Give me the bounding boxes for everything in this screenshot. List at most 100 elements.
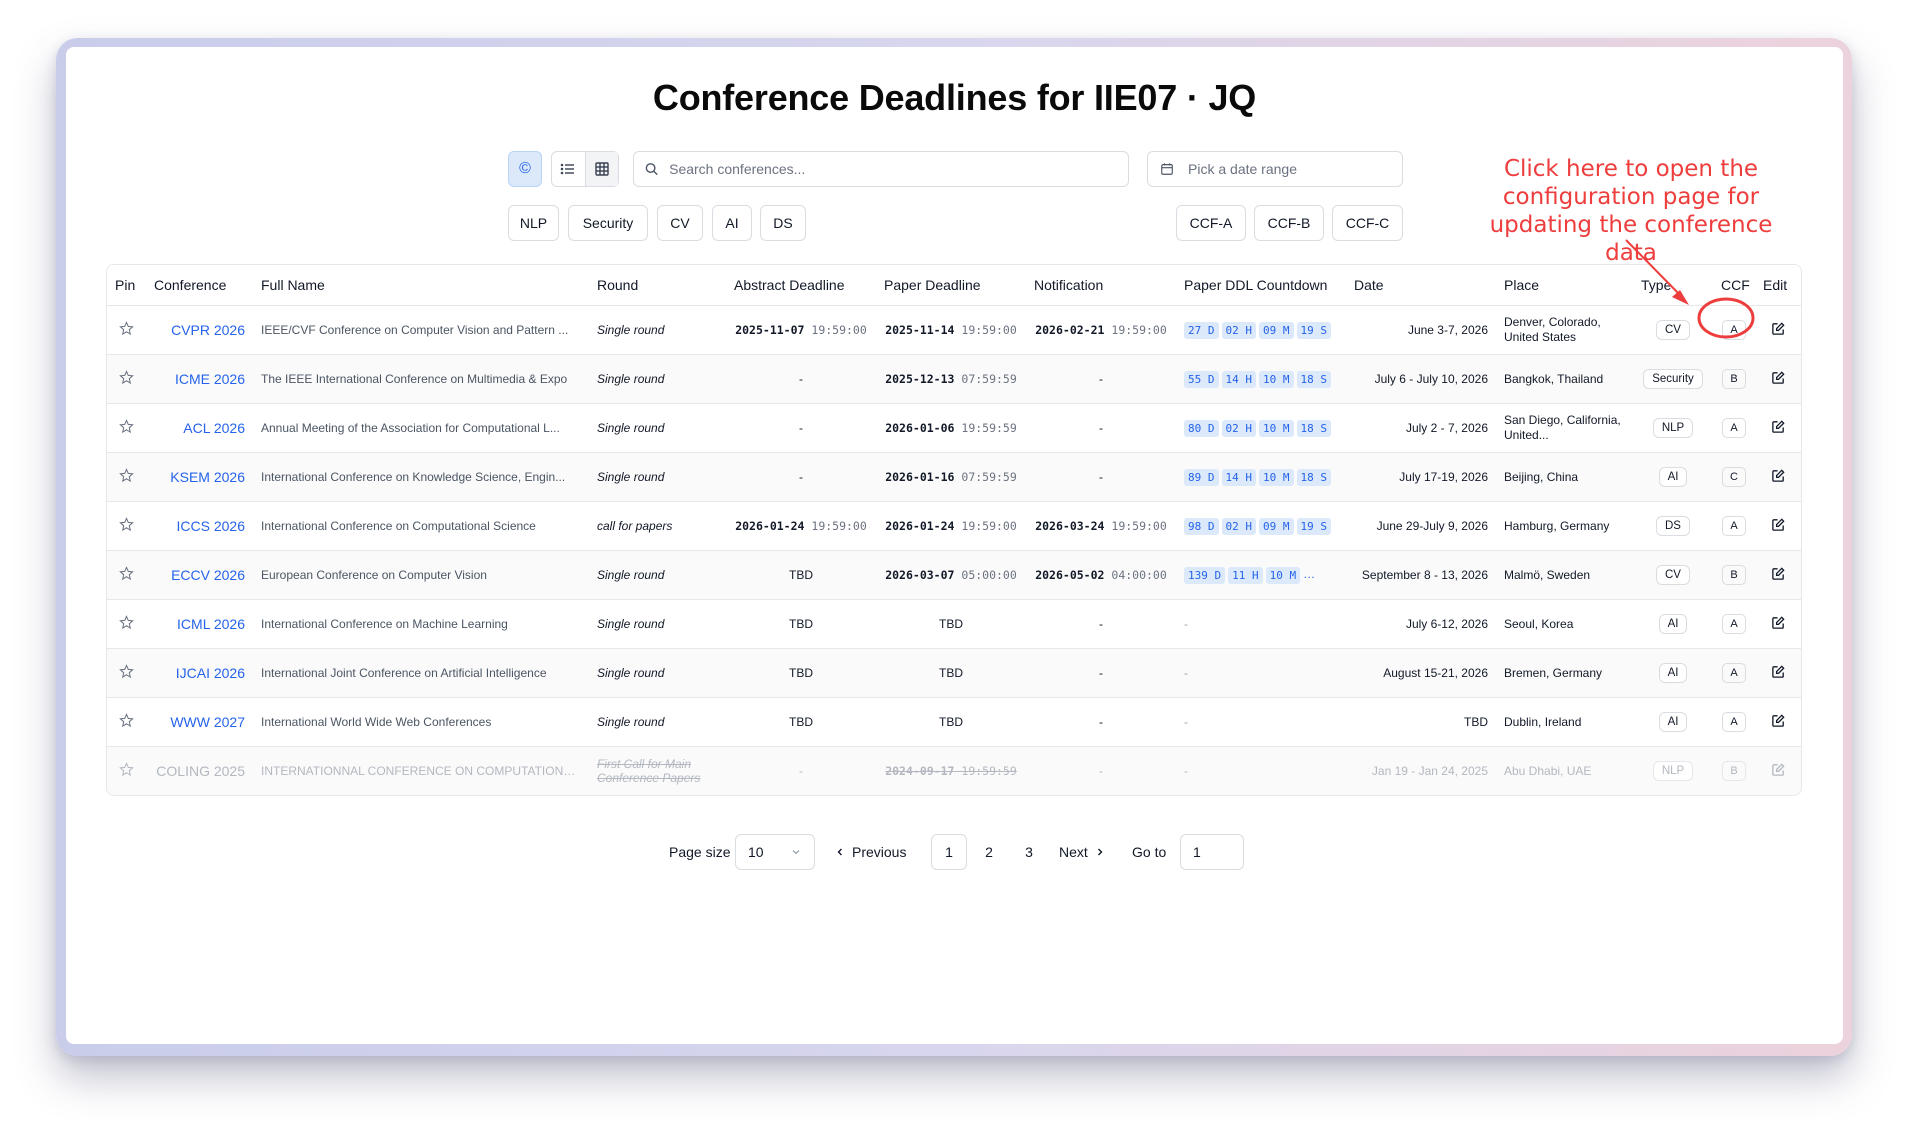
edit-icon[interactable] — [1771, 763, 1786, 780]
star-icon[interactable] — [119, 418, 134, 438]
filter-chip-ai[interactable]: AI — [712, 205, 752, 241]
page-button-2[interactable]: 2 — [979, 834, 999, 870]
conference-link[interactable]: COLING 2025 — [146, 747, 253, 796]
star-icon[interactable] — [119, 614, 134, 634]
ccf-cell: A — [1713, 648, 1755, 698]
col-header-edit[interactable]: Edit — [1755, 265, 1801, 306]
goto-input[interactable]: 1 — [1180, 834, 1244, 870]
edit-icon[interactable] — [1771, 714, 1786, 731]
notification-date: - — [1099, 421, 1103, 435]
filter-chip-ccf-c[interactable]: CCF-C — [1332, 205, 1403, 241]
paper-deadline-date: TBD — [939, 715, 963, 729]
filter-chip-ds[interactable]: DS — [760, 205, 806, 241]
star-icon[interactable] — [119, 565, 134, 585]
previous-button[interactable]: Previous — [834, 834, 906, 870]
filter-chip-nlp[interactable]: NLP — [508, 205, 559, 241]
filter-chip-security[interactable]: Security — [568, 205, 648, 241]
date-cell: June 29-July 9, 2026 — [1346, 501, 1496, 551]
edit-icon[interactable] — [1771, 420, 1786, 437]
star-icon[interactable] — [119, 369, 134, 389]
col-header-date[interactable]: Date — [1346, 265, 1496, 306]
notification-cell: - — [1026, 452, 1176, 502]
conference-link[interactable]: ACL 2026 — [146, 403, 253, 453]
col-header-round[interactable]: Round — [589, 265, 726, 306]
place-cell: Dublin, Ireland — [1496, 697, 1633, 747]
col-header-conference[interactable]: Conference — [146, 265, 253, 306]
countdown-chip: 10 M — [1259, 370, 1294, 388]
pin-cell — [107, 305, 146, 355]
edit-icon[interactable] — [1771, 567, 1786, 584]
edit-icon[interactable] — [1771, 371, 1786, 388]
notification-date: - — [1099, 470, 1103, 484]
countdown-chip: 09 M — [1259, 517, 1294, 535]
pin-cell — [107, 501, 146, 551]
edit-icon[interactable] — [1771, 322, 1786, 339]
list-icon — [560, 163, 575, 175]
next-button[interactable]: Next — [1059, 834, 1106, 870]
notification-cell: - — [1026, 747, 1176, 796]
edit-cell — [1755, 452, 1801, 502]
col-header-ccf[interactable]: CCF — [1713, 265, 1755, 306]
star-icon[interactable] — [119, 712, 134, 732]
notification-time: 19:59:00 — [1111, 323, 1167, 337]
page-button-3[interactable]: 3 — [1019, 834, 1039, 870]
abstract-deadline-date: TBD — [789, 666, 813, 680]
filter-chip-ccf-b[interactable]: CCF-B — [1254, 205, 1324, 241]
list-view-button[interactable] — [552, 152, 585, 186]
star-icon[interactable] — [119, 761, 134, 781]
type-badge: CV — [1656, 565, 1690, 585]
conference-link[interactable]: KSEM 2026 — [146, 452, 253, 502]
search-box[interactable] — [633, 151, 1129, 187]
date-range-input[interactable] — [1186, 160, 1402, 178]
star-icon[interactable] — [119, 663, 134, 683]
conference-link[interactable]: ICML 2026 — [146, 599, 253, 649]
filter-chip-ccf-a[interactable]: CCF-A — [1176, 205, 1246, 241]
edit-cell — [1755, 550, 1801, 600]
col-header-paper-deadline[interactable]: Paper Deadline — [876, 265, 1026, 306]
edit-icon[interactable] — [1771, 616, 1786, 633]
round-label: Single round — [597, 568, 665, 582]
ccf-cell: A — [1713, 501, 1755, 551]
edit-icon[interactable] — [1771, 665, 1786, 682]
notification-cell: 2026-03-24 19:59:00 — [1026, 501, 1176, 551]
star-icon[interactable] — [119, 467, 134, 487]
date-cell: August 15-21, 2026 — [1346, 648, 1496, 698]
paper-deadline-cell: TBD — [876, 599, 1026, 649]
page-size-select[interactable]: 10 — [735, 834, 815, 870]
conference-link[interactable]: ICME 2026 — [146, 354, 253, 404]
ccf-cell: B — [1713, 550, 1755, 600]
search-input[interactable] — [667, 160, 1128, 178]
edit-icon[interactable] — [1771, 518, 1786, 535]
col-header-place[interactable]: Place — [1496, 265, 1633, 306]
round-cell: Single round — [589, 697, 726, 747]
conference-link[interactable]: WWW 2027 — [146, 697, 253, 747]
page-button-1[interactable]: 1 — [931, 834, 967, 870]
round-cell: Single round — [589, 354, 726, 404]
conference-link[interactable]: IJCAI 2026 — [146, 648, 253, 698]
ccf-badge: B — [1722, 761, 1746, 781]
table-header-row: Pin Conference Full Name Round Abstract … — [107, 265, 1801, 306]
countdown-chip: 19 S — [1296, 517, 1331, 535]
col-header-abstract-deadline[interactable]: Abstract Deadline — [726, 265, 876, 306]
conference-link[interactable]: CVPR 2026 — [146, 305, 253, 355]
col-header-pin[interactable]: Pin — [107, 265, 146, 306]
table-view-button[interactable] — [584, 152, 618, 186]
conference-link[interactable]: ECCV 2026 — [146, 550, 253, 600]
star-icon[interactable] — [119, 320, 134, 340]
date-range-picker[interactable] — [1147, 151, 1403, 187]
col-header-countdown[interactable]: Paper DDL Countdown — [1176, 265, 1346, 306]
countdown-cell: 55 D 14 H 10 M 18 S — [1176, 354, 1346, 404]
full-name-cell: International Conference on Knowledge Sc… — [253, 452, 589, 502]
edit-icon[interactable] — [1771, 469, 1786, 486]
countdown-cell: 98 D 02 H 09 M 19 S — [1176, 501, 1346, 551]
col-header-full-name[interactable]: Full Name — [253, 265, 589, 306]
view-calendar-button[interactable]: © — [508, 151, 542, 187]
col-header-notification[interactable]: Notification — [1026, 265, 1176, 306]
paper-deadline-time: 19:59:59 — [961, 421, 1017, 435]
ccf-badge: A — [1722, 320, 1746, 340]
edit-cell — [1755, 354, 1801, 404]
star-icon[interactable] — [119, 516, 134, 536]
conference-link[interactable]: ICCS 2026 — [146, 501, 253, 551]
filter-chip-cv[interactable]: CV — [657, 205, 703, 241]
col-header-type[interactable]: Type — [1633, 265, 1713, 306]
